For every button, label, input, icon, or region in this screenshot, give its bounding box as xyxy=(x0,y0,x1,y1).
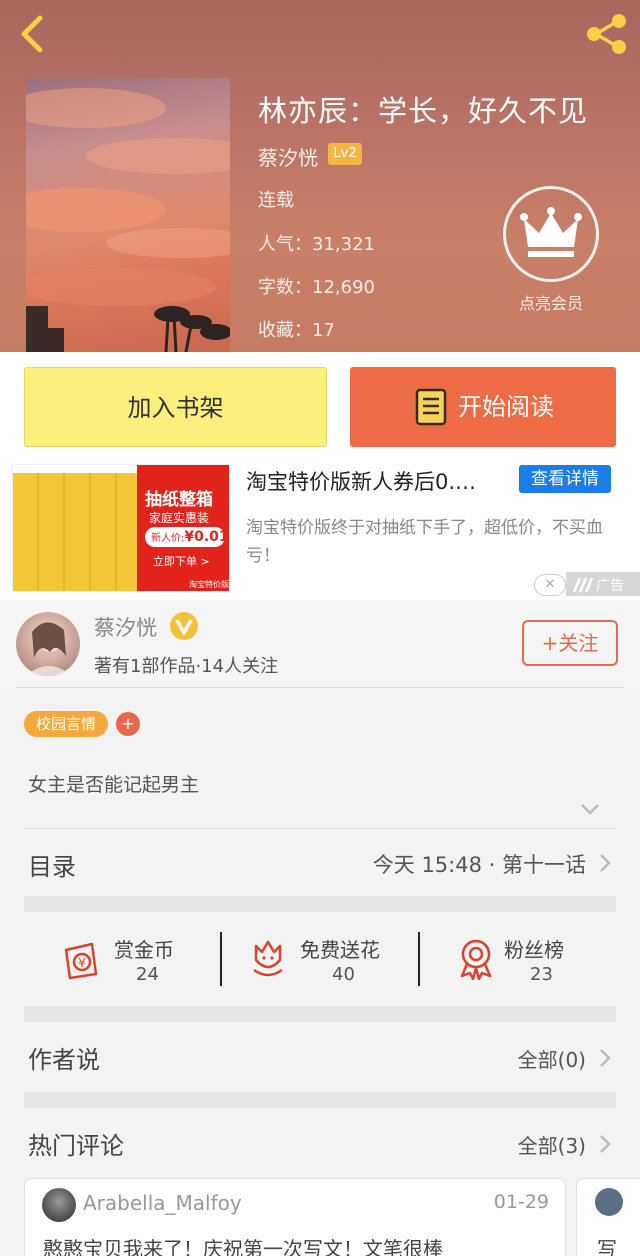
vip-crown-button[interactable] xyxy=(503,186,599,282)
book-icon xyxy=(415,388,447,426)
author-stats: 著有1部作品·14人关注 xyxy=(94,656,279,677)
section-gap xyxy=(24,1006,616,1022)
hot-comments-row[interactable]: 热门评论 全部(3) xyxy=(24,1108,616,1178)
ad-close-button[interactable]: ✕ xyxy=(534,574,566,596)
book-title: 林亦辰：学长，好久不见 xyxy=(258,94,589,128)
gift-coins-count: 24 xyxy=(136,964,159,985)
red-envelope-icon: ¥ xyxy=(64,942,98,980)
ad-image-cta: 立即下单 > xyxy=(153,555,210,568)
ad-description: 淘宝特价版终于对抽纸下手了，超低价，不买血亏！ xyxy=(246,518,603,566)
back-arrow-icon[interactable] xyxy=(14,12,50,56)
start-reading-button[interactable]: 开始阅读 xyxy=(350,367,616,447)
ad-product-boxes xyxy=(13,473,143,591)
comment-text: 憨憨宝贝我来了！庆祝第一次写文！文笔很棒 xyxy=(43,1237,443,1256)
author-says-all-link: 全部(0) xyxy=(517,1048,586,1072)
ad-tag-text: 广告 xyxy=(596,578,624,594)
author-level-badge: Lv2 xyxy=(328,143,362,165)
ribbon-medal-icon xyxy=(460,939,492,980)
ad-stripes-icon xyxy=(572,577,594,593)
chevron-right-icon xyxy=(600,854,611,872)
popularity-stat: 人气：31,321 xyxy=(258,230,375,256)
fan-ranking-label: 粉丝榜 xyxy=(504,938,564,962)
comment-card[interactable]: Arabella_Malfoy 01-29 憨憨宝贝我来了！庆祝第一次写文！文笔… xyxy=(24,1178,566,1256)
cover-silhouette xyxy=(26,306,230,352)
add-to-shelf-button[interactable]: 加入书架 xyxy=(24,367,327,447)
genre-tag[interactable]: 校园言情 xyxy=(24,711,108,737)
flower-icon xyxy=(253,940,283,977)
favorites-label: 收藏： xyxy=(258,320,312,341)
ad-image-price-value: ¥0.01 xyxy=(184,529,229,545)
avatar-portrait xyxy=(26,622,72,676)
follow-button[interactable]: +关注 xyxy=(522,620,618,666)
start-reading-label: 开始阅读 xyxy=(458,393,554,421)
gift-flowers[interactable]: 免费送花 40 xyxy=(222,912,418,1008)
section-gap xyxy=(24,896,616,912)
comment-card[interactable]: 写 xyxy=(576,1178,640,1256)
commenter-name[interactable]: Arabella_Malfoy xyxy=(83,1191,242,1215)
book-header: 林亦辰：学长，好久不见 蔡汐恍 Lv2 连载 人气：31,321 字数：12,6… xyxy=(0,0,640,352)
ad-image-headline: 抽纸整箱 xyxy=(145,490,213,510)
table-of-contents-row[interactable]: 目录 今天 15:48 · 第十一话 xyxy=(24,830,616,896)
gift-flowers-count: 40 xyxy=(332,964,355,985)
ad-image-subtitle: 家庭实惠装 xyxy=(149,511,210,525)
book-cover-image[interactable] xyxy=(26,78,230,352)
author-says-title: 作者说 xyxy=(28,1046,100,1074)
ad-image-price-label: 新人价: xyxy=(151,533,185,544)
share-icon[interactable] xyxy=(582,12,630,56)
ad-image[interactable]: 抽纸整箱 家庭实惠装 新人价:¥0.01 立即下单 > 淘宝特价版 xyxy=(12,464,230,592)
comment-date: 01-29 xyxy=(493,1191,549,1213)
svg-text:¥: ¥ xyxy=(78,956,86,970)
crown-icon xyxy=(520,207,582,257)
gift-coins-label: 赏金币 xyxy=(114,938,174,962)
gift-coins[interactable]: ¥ 赏金币 24 xyxy=(24,912,220,1008)
chevron-right-icon xyxy=(600,1049,611,1067)
ad-image-price: 新人价:¥0.01 xyxy=(145,527,229,547)
popularity-label: 人气： xyxy=(258,234,312,255)
author-name[interactable]: 蔡汐恍 xyxy=(94,612,157,642)
add-tag-button[interactable]: + xyxy=(116,712,140,736)
latest-chapter: 今天 15:48 · 第十一话 xyxy=(372,853,586,877)
popularity-value: 31,321 xyxy=(312,234,375,255)
action-bar: 加入书架 开始阅读 xyxy=(0,352,640,462)
favorites-value: 17 xyxy=(312,320,335,341)
chevron-right-icon xyxy=(600,1135,611,1153)
gift-bar: ¥ 赏金币 24 免费送花 40 粉丝榜 23 xyxy=(24,912,616,1008)
hot-comments-title: 热门评论 xyxy=(28,1132,124,1160)
book-author[interactable]: 蔡汐恍 xyxy=(258,142,318,171)
fan-ranking-count: 23 xyxy=(530,964,553,985)
verified-v-icon xyxy=(170,612,198,640)
book-description: 女主是否能记起男主 xyxy=(28,774,200,796)
ad-banner[interactable]: 抽纸整箱 家庭实惠装 新人价:¥0.01 立即下单 > 淘宝特价版 淘宝特价版新… xyxy=(0,462,640,600)
commenter-avatar[interactable] xyxy=(595,1188,623,1216)
author-avatar[interactable] xyxy=(16,612,80,676)
ad-title[interactable]: 淘宝特价版新人券后0.… xyxy=(246,466,476,496)
word-count-label: 字数： xyxy=(258,277,312,298)
author-says-row[interactable]: 作者说 全部(0) xyxy=(24,1022,616,1092)
toc-label: 目录 xyxy=(28,853,76,881)
ad-label-tag: 广告 xyxy=(566,572,640,596)
word-count-stat: 字数：12,690 xyxy=(258,273,375,299)
gift-flowers-label: 免费送花 xyxy=(300,938,380,962)
favorites-stat: 收藏：17 xyxy=(258,316,335,342)
divider xyxy=(24,828,616,829)
chevron-down-icon[interactable] xyxy=(578,800,602,818)
comment-text: 写 xyxy=(597,1237,617,1256)
commenter-avatar[interactable] xyxy=(42,1188,76,1222)
ad-details-button[interactable]: 查看详情 xyxy=(519,465,611,493)
ad-image-brand: 淘宝特价版 xyxy=(189,580,229,589)
divider xyxy=(16,687,624,688)
serial-status: 连载 xyxy=(258,190,294,211)
vip-label[interactable]: 点亮会员 xyxy=(500,290,602,314)
section-gap xyxy=(24,1092,616,1108)
author-section: 蔡汐恍 著有1部作品·14人关注 +关注 xyxy=(0,600,640,688)
hot-comments-all-link: 全部(3) xyxy=(517,1134,586,1158)
gift-fan-ranking[interactable]: 粉丝榜 23 xyxy=(420,912,616,1008)
word-count-value: 12,690 xyxy=(312,277,375,298)
